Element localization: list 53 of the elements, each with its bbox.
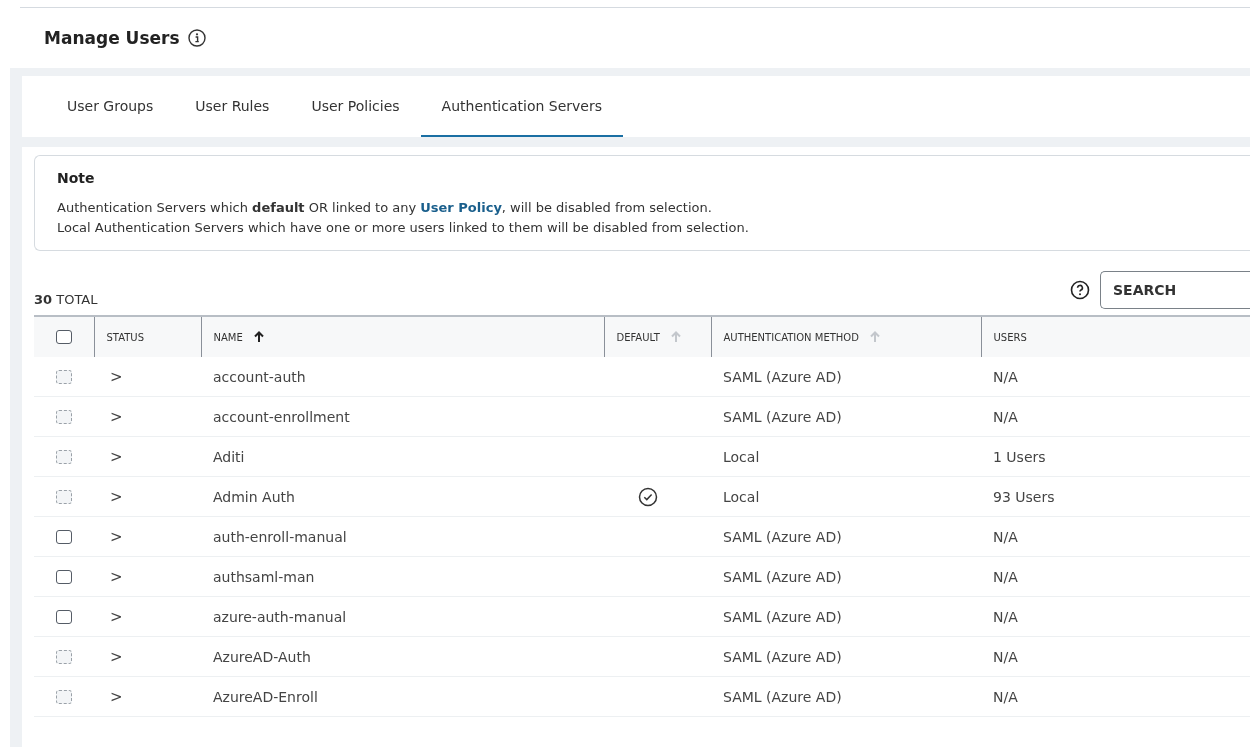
- table-cell: SAML (Azure AD): [711, 516, 981, 557]
- column-header[interactable]: NAME: [201, 316, 604, 357]
- column-header[interactable]: USERS: [981, 316, 1250, 357]
- tab[interactable]: User Groups: [46, 76, 175, 137]
- table-cell: N/A: [981, 516, 1250, 557]
- table-cell: N/A: [981, 556, 1250, 597]
- column-header[interactable]: STATUS: [94, 316, 201, 357]
- table-cell: N/A: [981, 357, 1250, 397]
- table-cell: Admin Auth: [201, 476, 604, 517]
- table-cell: auth-enroll-manual: [201, 516, 604, 557]
- table-cell: SAML (Azure AD): [711, 396, 981, 437]
- table-cell: N/A: [981, 636, 1250, 677]
- table-cell: 1 Users: [981, 436, 1250, 477]
- note-title: Note: [57, 170, 96, 186]
- table-cell: Aditi: [201, 436, 604, 477]
- user-policy-link[interactable]: User Policy: [420, 200, 502, 215]
- search-field[interactable]: SEARCH: [1100, 271, 1250, 309]
- table-cell: SAML (Azure AD): [711, 556, 981, 597]
- column-header[interactable]: DEFAULT: [604, 316, 711, 357]
- table-cell: SAML (Azure AD): [711, 596, 981, 637]
- tab[interactable]: User Rules: [174, 76, 291, 137]
- tab[interactable]: User Policies: [290, 76, 421, 137]
- table-cell: AzureAD-Auth: [201, 636, 604, 677]
- expand-toggle[interactable]: >: [106, 567, 123, 586]
- table-cell: authsaml-man: [201, 556, 604, 597]
- row-checkbox[interactable]: [56, 529, 72, 544]
- help-icon[interactable]: [1070, 280, 1090, 300]
- page-title: Manage Users: [44, 28, 180, 48]
- expand-toggle[interactable]: >: [106, 607, 123, 626]
- row-checkbox[interactable]: [56, 569, 72, 584]
- table-cell: N/A: [981, 596, 1250, 637]
- note-text: Authentication Servers which default OR linked to any User Policy, will be disabled from selection.: [57, 199, 713, 217]
- note-text: Local Authentication Servers which have one or more users linked to them will be disabled from selection.: [57, 219, 750, 237]
- table-cell: Local: [711, 476, 981, 517]
- select-all-checkbox[interactable]: [55, 330, 72, 344]
- table-cell: N/A: [981, 396, 1250, 437]
- table-cell: azure-auth-manual: [201, 596, 604, 637]
- table-cell: 93 Users: [981, 476, 1250, 517]
- table-cell: SAML (Azure AD): [711, 636, 981, 677]
- table-cell: account-enrollment: [201, 396, 604, 437]
- table-cell: N/A: [981, 676, 1250, 717]
- expand-toggle[interactable]: >: [106, 527, 123, 546]
- total-count: 30 TOTAL: [34, 292, 98, 307]
- table-cell: SAML (Azure AD): [711, 357, 981, 397]
- column-header[interactable]: AUTHENTICATION METHOD: [711, 316, 981, 357]
- table-cell: account-auth: [201, 357, 604, 397]
- table-cell: AzureAD-Enroll: [201, 676, 604, 717]
- row-checkbox[interactable]: [56, 609, 72, 624]
- sort-arrow-icon[interactable]: [252, 331, 265, 343]
- tab[interactable]: Authentication Servers: [420, 76, 623, 137]
- table-cell: Local: [711, 436, 981, 477]
- info-icon[interactable]: [187, 29, 206, 47]
- table-cell: SAML (Azure AD): [711, 676, 981, 717]
